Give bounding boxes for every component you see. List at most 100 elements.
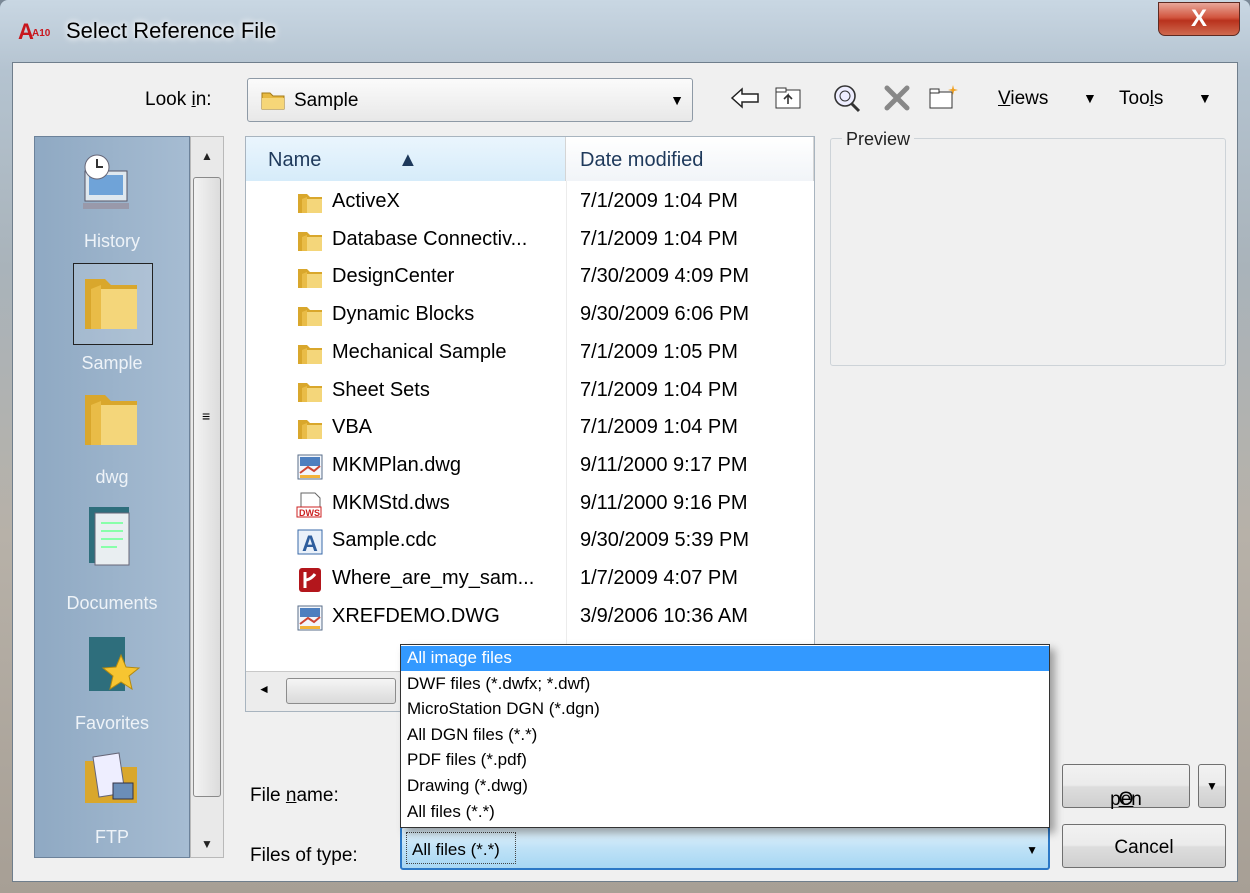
dwg-file-icon xyxy=(296,604,324,632)
cancel-button-label: Cancel xyxy=(1114,837,1174,858)
file-row[interactable]: MKMPlan.dwg 9/11/2000 9:17 PM xyxy=(246,449,814,485)
file-row[interactable]: DWS MKMStd.dws 9/11/2000 9:16 PM xyxy=(246,487,814,523)
create-new-folder-icon[interactable] xyxy=(926,82,960,114)
tools-menu-button[interactable]: Tools xyxy=(1119,88,1163,110)
file-row[interactable]: Mechanical Sample 7/1/2009 1:05 PM xyxy=(246,336,814,372)
place-sample[interactable]: Sample xyxy=(35,261,189,381)
folder-icon xyxy=(296,340,324,368)
file-row[interactable]: A Sample.cdc 9/30/2009 5:39 PM xyxy=(246,524,814,560)
cancel-button[interactable]: Cancel xyxy=(1062,824,1226,868)
scroll-down-icon[interactable]: ▼ xyxy=(191,837,223,851)
file-name: DesignCenter xyxy=(332,265,455,288)
delete-icon[interactable] xyxy=(880,82,914,114)
folder-icon xyxy=(296,227,324,255)
file-type-option[interactable]: All DGN files (*.*) xyxy=(401,723,1049,748)
file-name: XREFDEMO.DWG xyxy=(332,604,500,627)
ftp-icon xyxy=(85,752,137,803)
file-type-option[interactable]: All files (*.*) xyxy=(401,800,1049,825)
file-row[interactable]: ActiveX 7/1/2009 1:04 PM xyxy=(246,185,814,221)
file-type-option-label: All image files xyxy=(407,648,512,667)
look-in-label-part2: n: xyxy=(195,89,212,110)
preview-panel xyxy=(830,138,1226,366)
file-row[interactable]: DesignCenter 7/30/2009 4:09 PM xyxy=(246,260,814,296)
look-in-combobox[interactable]: Sample ▼ xyxy=(247,78,693,122)
window-title: Select Reference File xyxy=(66,18,277,43)
app-icon-version: A10 xyxy=(32,28,51,39)
column-header-date-modified[interactable]: Date modified xyxy=(566,137,814,181)
grip-icon: ≡ xyxy=(202,408,211,424)
scroll-left-icon[interactable]: ◄ xyxy=(258,682,270,696)
look-in-label-part: Look xyxy=(145,89,192,110)
favorites-icon xyxy=(89,637,141,691)
open-label-rest: pen xyxy=(1110,789,1142,810)
views-menu-button[interactable]: Views xyxy=(998,88,1048,110)
svg-text:A: A xyxy=(302,531,318,556)
file-date-modified: 9/11/2000 9:17 PM xyxy=(580,453,748,476)
file-type-option[interactable]: All image files xyxy=(401,646,1049,671)
places-scrollbar[interactable]: ▲ ≡ ▼ xyxy=(190,136,224,858)
look-in-value: Sample xyxy=(294,90,359,111)
select-reference-file-dialog: A A10 Select Reference File X Look in: S… xyxy=(0,0,1250,893)
file-type-option[interactable]: PDF files (*.pdf) xyxy=(401,748,1049,773)
autocad-app-icon: A A10 xyxy=(18,18,52,44)
svg-text:DWS: DWS xyxy=(299,508,320,518)
file-row[interactable]: XREFDEMO.DWG 3/9/2006 10:36 AM xyxy=(246,600,814,636)
file-name: Database Connectiv... xyxy=(332,227,528,250)
views-accel: V xyxy=(998,88,1011,109)
column-header-name[interactable]: ▲ Name xyxy=(246,137,566,181)
place-label: FTP xyxy=(95,827,129,847)
title-bar[interactable]: A A10 Select Reference File X xyxy=(0,0,1250,60)
views-chevron-down-icon[interactable]: ▼ xyxy=(1083,90,1097,106)
file-name-label-part: File xyxy=(250,785,286,806)
column-header-label: Name xyxy=(268,149,322,171)
file-name: Dynamic Blocks xyxy=(332,303,475,326)
files-of-type-combobox[interactable]: All files (*.*) ▼ xyxy=(400,826,1050,870)
back-arrow-icon[interactable] xyxy=(728,82,762,114)
history-icon xyxy=(83,154,129,209)
sort-ascending-icon: ▲ xyxy=(398,149,418,171)
scroll-thumb[interactable] xyxy=(286,678,396,704)
file-row[interactable]: Dynamic Blocks 9/30/2009 6:06 PM xyxy=(246,298,814,334)
file-type-option-label: DWF files (*.dwfx; *.dwf) xyxy=(407,673,591,693)
file-type-option[interactable]: MicroStation DGN (*.dgn) xyxy=(401,697,1049,722)
close-button[interactable]: X xyxy=(1158,2,1240,36)
scroll-up-icon[interactable]: ▲ xyxy=(191,149,223,163)
file-name: Sheet Sets xyxy=(332,378,430,401)
place-ftp[interactable]: FTP xyxy=(35,737,189,857)
file-date-modified: 9/11/2000 9:16 PM xyxy=(580,491,748,514)
folder-icon xyxy=(296,415,324,443)
look-in-label: Look in: xyxy=(145,89,212,111)
file-type-option-label: All files (*.*) xyxy=(407,801,495,821)
file-name-label: File name: xyxy=(250,785,339,807)
file-date-modified: 7/1/2009 1:04 PM xyxy=(580,190,738,212)
open-button[interactable]: Open xyxy=(1062,764,1190,810)
file-date-modified: 3/9/2006 10:36 AM xyxy=(580,604,748,627)
up-one-level-icon[interactable] xyxy=(772,82,806,114)
search-web-icon[interactable] xyxy=(830,82,864,114)
place-label: History xyxy=(83,231,140,251)
tools-chevron-down-icon[interactable]: ▼ xyxy=(1198,90,1212,106)
dws-file-icon: DWS xyxy=(296,491,324,519)
preview-label: Preview xyxy=(842,129,915,150)
open-options-dropdown-button[interactable]: ▼ xyxy=(1198,764,1226,808)
folder-icon xyxy=(296,264,324,292)
file-row[interactable]: VBA 7/1/2009 1:04 PM xyxy=(246,411,814,447)
file-name: VBA xyxy=(332,416,373,439)
file-row[interactable]: Where_are_my_sam... 1/7/2009 4:07 PM xyxy=(246,562,814,598)
place-label: dwg xyxy=(95,467,129,487)
file-name: Mechanical Sample xyxy=(332,340,507,363)
place-favorites[interactable]: Favorites xyxy=(35,619,189,739)
folder-icon xyxy=(85,279,137,329)
place-history[interactable]: History xyxy=(35,147,189,267)
scroll-thumb[interactable]: ≡ xyxy=(193,177,221,797)
file-row[interactable]: Sheet Sets 7/1/2009 1:04 PM xyxy=(246,374,814,410)
file-row[interactable]: Database Connectiv... 7/1/2009 1:04 PM xyxy=(246,223,814,259)
place-label: Sample xyxy=(81,353,143,373)
file-name: Sample.cdc xyxy=(332,529,437,552)
file-name: MKMStd.dws xyxy=(332,491,450,514)
file-type-option[interactable]: Drawing (*.dwg) xyxy=(401,774,1049,799)
file-type-option[interactable]: DWF files (*.dwfx; *.dwf) xyxy=(401,672,1049,697)
place-dwg[interactable]: dwg xyxy=(35,381,189,501)
place-documents[interactable]: Documents xyxy=(35,499,189,619)
file-date-modified: 7/1/2009 1:05 PM xyxy=(580,340,738,363)
